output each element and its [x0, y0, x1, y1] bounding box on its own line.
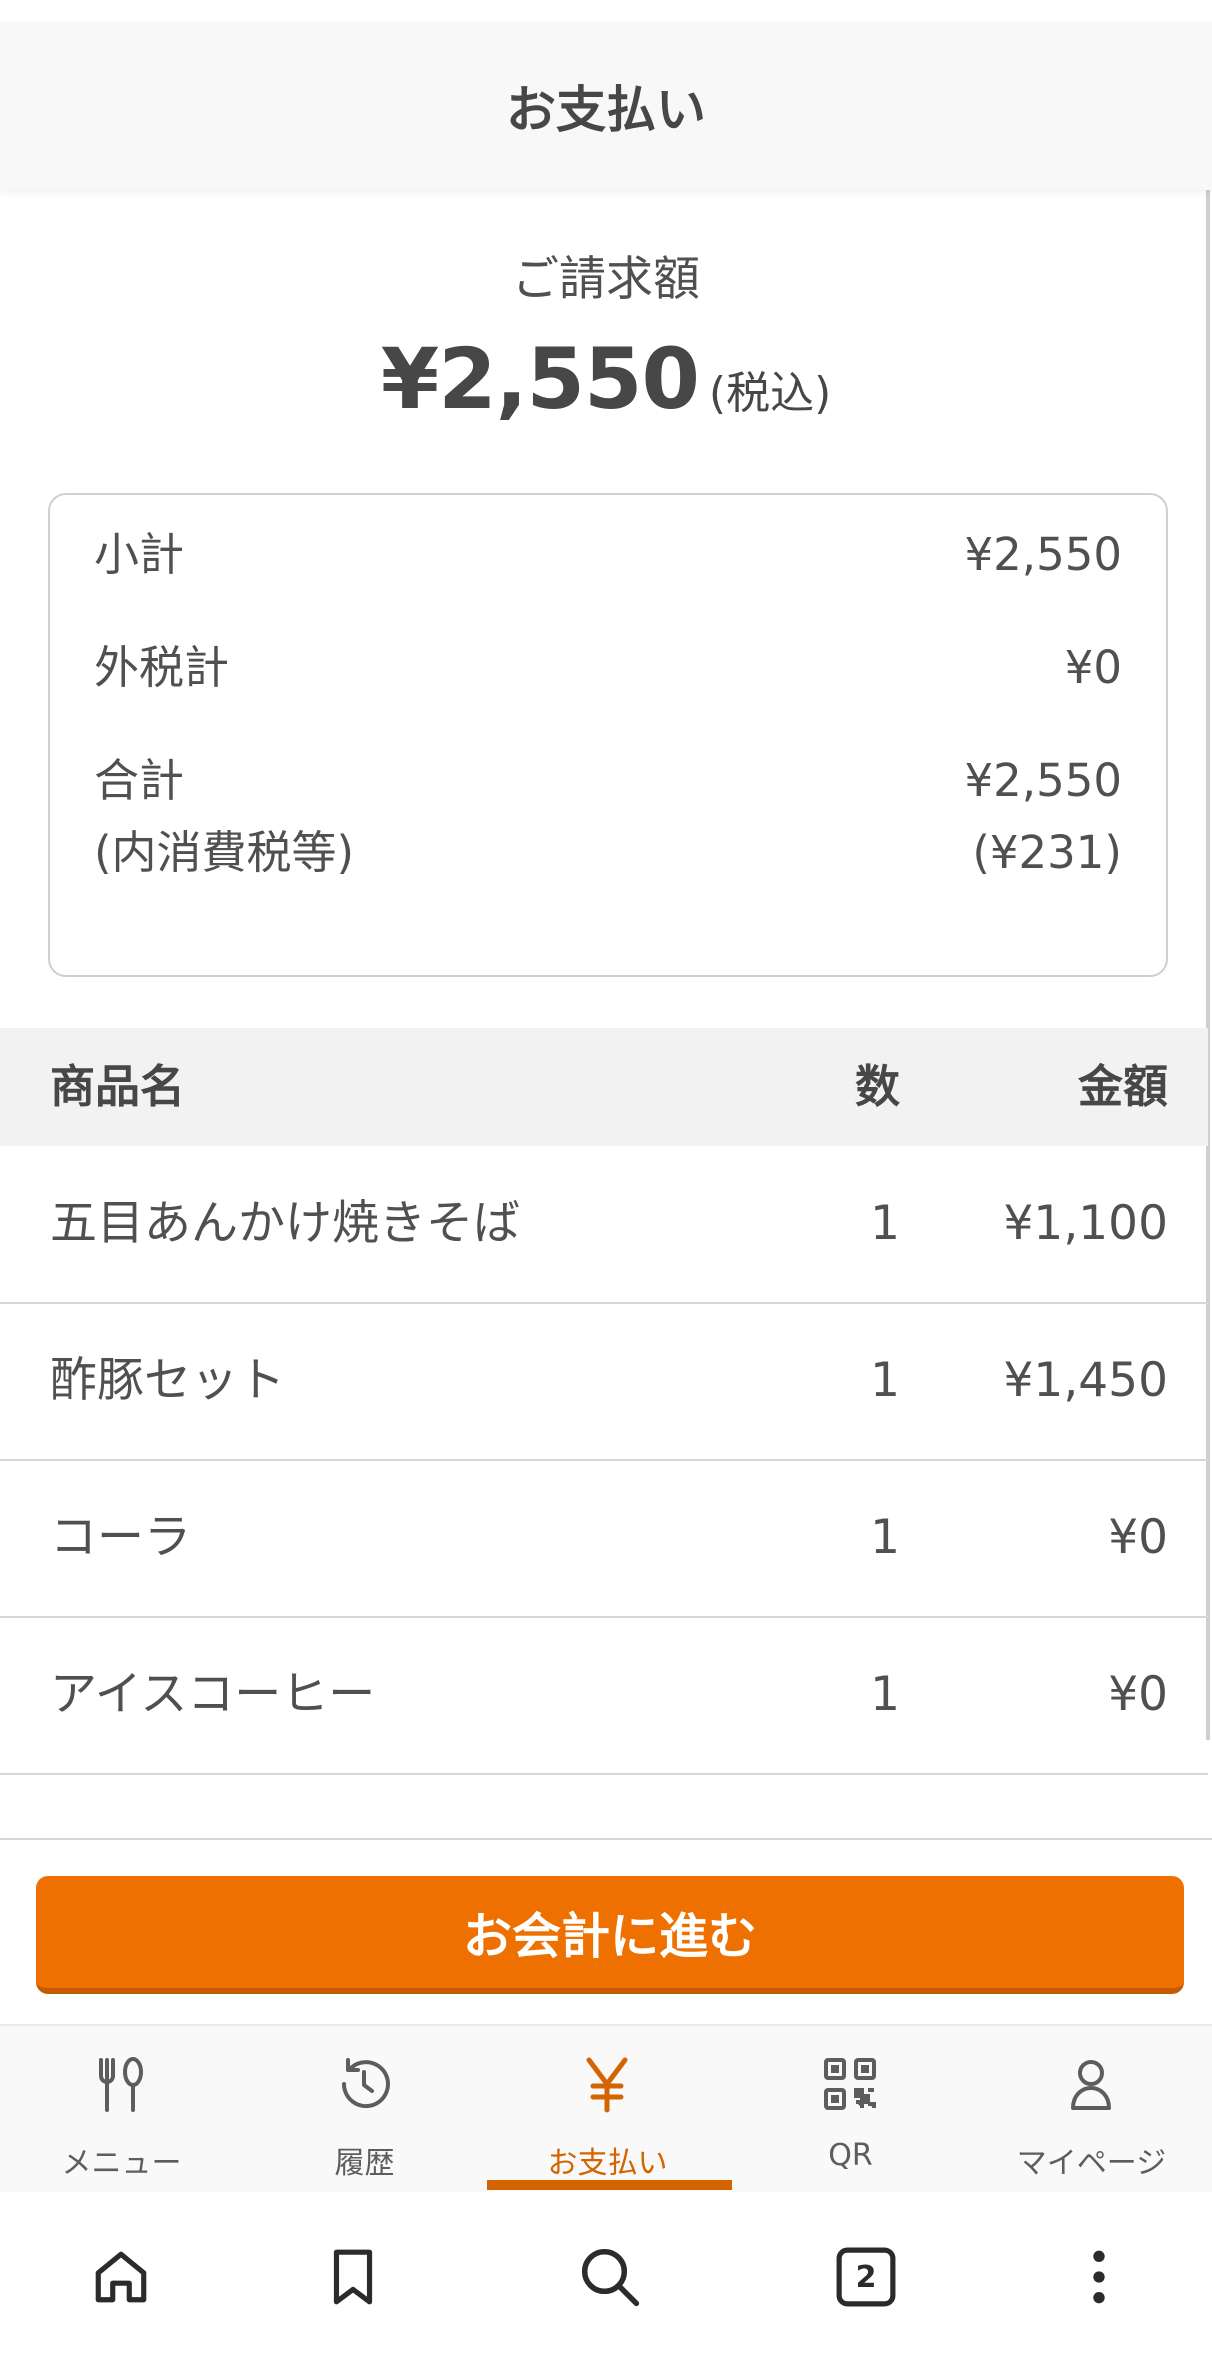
nav-label: メニュー — [61, 2146, 182, 2181]
tabs-button[interactable]: 2 — [811, 2222, 921, 2332]
search-icon — [581, 2248, 640, 2307]
home-icon — [95, 2251, 147, 2303]
page-title: お支払い — [506, 81, 706, 139]
billing-total: ¥2,550 — [380, 330, 700, 428]
fork-spoon-icon — [99, 2057, 143, 2112]
item-name: 五目あんかけ焼きそば — [50, 1196, 520, 1251]
item-price: ¥0 — [1108, 1667, 1168, 1722]
nav-item-menu[interactable]: メニュー — [0, 2026, 243, 2194]
nav-label: お支払い — [547, 2146, 668, 2181]
history-icon — [341, 2058, 390, 2109]
item-name: 酢豚セット — [50, 1353, 285, 1408]
external-tax-value: ¥0 — [1064, 641, 1122, 694]
item-name: コーラ — [50, 1510, 191, 1565]
item-qty: 1 — [870, 1196, 900, 1251]
checkout-button[interactable]: お会計に進む — [36, 1876, 1184, 1994]
nav-item-mypage[interactable]: マイページ — [970, 2026, 1212, 2194]
nav-item-history[interactable]: 履歴 — [243, 2026, 486, 2194]
total-value: ¥2,550 — [964, 754, 1122, 807]
table-row: 酢豚セット 1 ¥1,450 — [0, 1303, 1208, 1461]
nav-label: 履歴 — [334, 2146, 395, 2181]
summary-box: 小計 ¥2,550 外税計 ¥0 合計 ¥2,550 (内消費税等) (¥231… — [48, 493, 1168, 977]
more-options-button[interactable] — [1044, 2222, 1154, 2332]
bookmark-button[interactable] — [298, 2222, 408, 2332]
total-label: 合計 — [94, 754, 185, 807]
subtotal-label: 小計 — [94, 528, 185, 581]
tab-count: 2 — [855, 2259, 877, 2295]
home-button[interactable] — [66, 2222, 176, 2332]
billing-amount: ¥2,550 (税込) — [0, 330, 1212, 428]
app-header: お支払い — [0, 22, 1212, 190]
browser-toolbar: 2 — [0, 2192, 1212, 2361]
included-tax-value: (¥231) — [972, 826, 1122, 879]
item-qty: 1 — [870, 1667, 900, 1722]
item-price: ¥0 — [1108, 1510, 1168, 1565]
external-tax-label: 外税計 — [94, 641, 230, 694]
nav-item-payment[interactable]: お支払い — [486, 2026, 729, 2194]
item-price: ¥1,100 — [1003, 1196, 1168, 1251]
yen-icon — [586, 2057, 628, 2113]
nav-label: マイページ — [1016, 2146, 1167, 2181]
search-button[interactable] — [555, 2222, 665, 2332]
table-header: 商品名 数 金額 — [0, 1028, 1208, 1146]
tax-included-note: (税込) — [708, 368, 832, 419]
billing-label: ご請求額 — [512, 252, 700, 307]
header-price: 金額 — [1077, 1060, 1168, 1113]
item-name: アイスコーヒー — [50, 1667, 376, 1722]
table-row: 五目あんかけ焼きそば 1 ¥1,100 — [0, 1146, 1208, 1304]
table-row: コーラ 1 ¥0 — [0, 1460, 1208, 1618]
active-tab-indicator — [487, 2180, 732, 2190]
header-qty: 数 — [854, 1060, 900, 1113]
person-icon — [1071, 2060, 1111, 2110]
item-qty: 1 — [870, 1353, 900, 1408]
header-name: 商品名 — [50, 1060, 186, 1113]
divider — [0, 1838, 1212, 1840]
bottom-nav: メニュー 履歴 お支払い QR マイページ — [0, 2024, 1212, 2194]
included-tax-label: (内消費税等) — [94, 826, 355, 879]
qr-code-icon — [824, 2058, 876, 2110]
subtotal-value: ¥2,550 — [964, 528, 1122, 581]
more-vertical-icon — [1093, 2250, 1105, 2304]
nav-label: QR — [828, 2138, 873, 2173]
table-row: アイスコーヒー 1 ¥0 — [0, 1617, 1208, 1775]
item-price: ¥1,450 — [1003, 1353, 1168, 1408]
item-qty: 1 — [870, 1510, 900, 1565]
nav-item-qr[interactable]: QR — [729, 2026, 972, 2194]
bookmark-icon — [333, 2249, 373, 2305]
